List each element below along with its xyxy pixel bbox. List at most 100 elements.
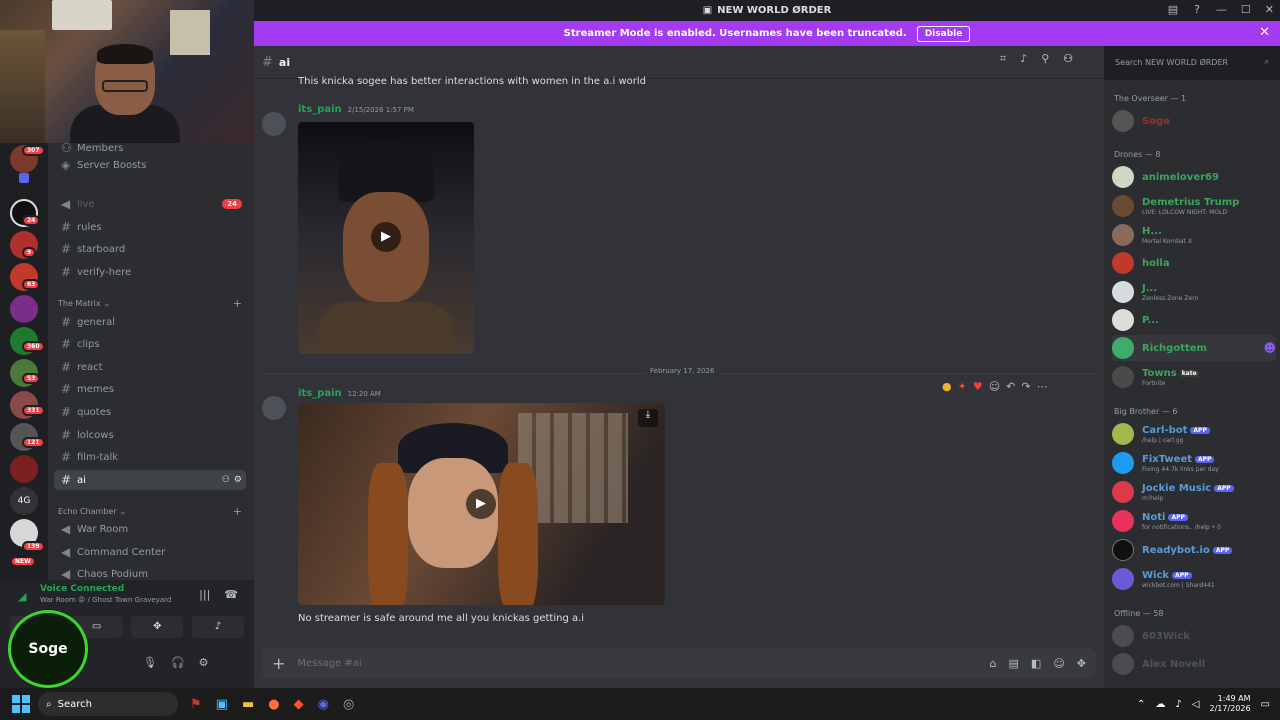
pin-icon[interactable]: ⚲ (1041, 52, 1049, 66)
server-icon[interactable] (10, 295, 38, 323)
taskbar-search[interactable]: ⌕ Search (38, 692, 178, 716)
category-echo-chamber[interactable]: Echo Chamber ⌄ + (58, 505, 242, 518)
search-input[interactable]: Search NEW WORLD ØRDER ⌕ (1110, 52, 1274, 72)
clock[interactable]: 1:49 AM 2/17/2026 (1210, 694, 1251, 714)
message-input[interactable]: Message #ai (297, 658, 361, 669)
message-avatar[interactable] (262, 112, 286, 136)
firefox-icon[interactable]: ● (268, 697, 279, 712)
widgets-icon[interactable]: ▣ (216, 697, 228, 712)
add-channel-icon[interactable]: + (233, 505, 242, 518)
voice-channel-command-center[interactable]: ◀ Command Center (54, 542, 246, 562)
invite-icon[interactable]: ⚇ (222, 475, 230, 485)
server-icon-4g[interactable]: 4G (10, 487, 38, 515)
member-item[interactable]: Towns kate Fortnite (1112, 364, 1276, 390)
apps-icon[interactable]: ✥ (1077, 657, 1086, 670)
notification-icon[interactable]: ▭ (1261, 699, 1270, 710)
microphone-icon[interactable]: ♪ (1175, 699, 1181, 710)
user-avatar[interactable]: Soge (8, 610, 88, 688)
heart-icon[interactable]: ♥ (973, 380, 983, 393)
member-item[interactable]: Alex Novell (1112, 651, 1276, 677)
member-item[interactable]: animelover69 (1112, 164, 1276, 190)
microphone-icon[interactable]: 🎙 (143, 656, 157, 669)
emoji-icon[interactable]: ☺ (1053, 657, 1064, 670)
channel-ai[interactable]: # ai ⚇ ⚙ (54, 470, 246, 490)
disable-button[interactable]: Disable (916, 25, 971, 42)
reaction-emoji-icon[interactable]: ✦ (958, 380, 967, 393)
member-item[interactable]: Noti APP for notifications.. /help • 0 (1112, 508, 1276, 534)
member-item[interactable]: Demetrius Trump LIVE: LOLCOW NIGHT: MOLD (1112, 193, 1276, 219)
server-icon[interactable] (10, 455, 38, 483)
member-item[interactable]: Wick APP wickbot.com | Shard441 (1112, 566, 1276, 592)
discord-icon[interactable]: ◉ (318, 697, 329, 712)
member-item[interactable]: holla (1112, 250, 1276, 276)
channel-general[interactable]: # general (54, 312, 246, 332)
add-channel-icon[interactable]: + (233, 297, 242, 310)
member-item[interactable]: H... Mortal Kombat X (1112, 222, 1276, 248)
voice-channel-war-room[interactable]: ◀ War Room (54, 519, 246, 539)
notification-bell-icon[interactable]: ♪ (1020, 52, 1027, 66)
chevron-up-icon[interactable]: ⌃ (1137, 699, 1145, 710)
more-icon[interactable]: ⋯ (1037, 380, 1048, 393)
voice-status[interactable]: Voice Connected War Room 😡 / Ghost Town … (40, 584, 171, 604)
video-attachment[interactable]: ⤓ ▶ (298, 403, 665, 605)
category-the-matrix[interactable]: The Matrix ⌄ + (58, 297, 242, 310)
message-username[interactable]: its_pain (298, 104, 342, 115)
gear-icon[interactable]: ⚙ (234, 475, 242, 485)
headphones-icon[interactable]: 🎧 (171, 656, 185, 669)
channel-lolcows[interactable]: # lolcows (54, 425, 246, 445)
maximize-icon[interactable]: ☐ (1241, 3, 1251, 16)
disconnect-icon[interactable]: ☎ (224, 588, 238, 601)
download-icon[interactable]: ⤓ (638, 409, 658, 427)
channel-live[interactable]: ◀ live 24 (54, 194, 246, 214)
play-icon[interactable]: ▶ (371, 222, 401, 252)
channel-react[interactable]: # react (54, 357, 246, 377)
channel-rules[interactable]: # rules (54, 217, 246, 237)
inbox-icon[interactable]: ▤ (1168, 3, 1178, 16)
reaction-emoji-icon[interactable]: ● (942, 380, 952, 393)
soundboard-button[interactable]: ♪ (191, 616, 244, 638)
waveform-icon[interactable]: ||| (199, 588, 210, 601)
network-icon[interactable]: ☁ (1155, 699, 1165, 710)
member-item[interactable]: Jockie Music APP m!help (1112, 479, 1276, 505)
channel-film-talk[interactable]: # film-talk (54, 447, 246, 467)
channel-quotes[interactable]: # quotes (54, 402, 246, 422)
member-list-icon[interactable]: ⚇ (1063, 52, 1073, 66)
member-item[interactable]: P... (1112, 307, 1276, 333)
member-item[interactable]: FixTweet APP Fixing 44.7k links per day (1112, 450, 1276, 476)
member-item[interactable]: Soge (1112, 108, 1276, 134)
attach-icon[interactable]: + (272, 654, 285, 673)
add-reaction-icon[interactable]: ☺ (989, 380, 1000, 393)
member-item[interactable]: Richgottem ☻ (1112, 335, 1276, 361)
voice-channel-chaos-podium[interactable]: ◀ Chaos Podium (54, 564, 246, 580)
folder-icon[interactable] (19, 173, 29, 183)
steam-icon[interactable]: ◎ (343, 697, 354, 712)
gift-icon[interactable]: ⌂ (990, 657, 997, 670)
forward-icon[interactable]: ↷ (1021, 380, 1030, 393)
channel-clips[interactable]: # clips (54, 334, 246, 354)
member-item[interactable]: Carl-bot APP/help | carl.gg (1112, 421, 1276, 447)
close-icon[interactable]: ✕ (1259, 25, 1270, 40)
member-item[interactable]: Readybot.io APP (1112, 537, 1276, 563)
channel-memes[interactable]: # memes (54, 379, 246, 399)
gif-icon[interactable]: ▤ (1009, 657, 1019, 670)
start-button[interactable] (12, 695, 30, 713)
server-boosts-channel[interactable]: ◈ Server Boosts (54, 155, 246, 175)
help-icon[interactable]: ? (1194, 3, 1200, 16)
flag-icon[interactable]: ⚑ (190, 697, 202, 712)
gear-icon[interactable]: ⚙ (199, 656, 209, 669)
activities-button[interactable]: ✥ (131, 616, 184, 638)
sticker-icon[interactable]: ◧ (1031, 657, 1041, 670)
message-avatar[interactable] (262, 396, 286, 420)
brave-icon[interactable]: ◆ (294, 697, 304, 712)
minimize-icon[interactable]: — (1216, 3, 1227, 16)
member-item[interactable]: 603Wick (1112, 623, 1276, 649)
member-item[interactable]: J... Zenless Zone Zero (1112, 279, 1276, 305)
close-icon[interactable]: ✕ (1265, 3, 1274, 16)
threads-icon[interactable]: ⌗ (1000, 52, 1006, 66)
video-attachment[interactable]: ▶ (298, 122, 474, 354)
volume-icon[interactable]: ◁ (1192, 699, 1200, 710)
play-icon[interactable]: ▶ (466, 489, 496, 519)
channel-verify-here[interactable]: # verify-here (54, 262, 246, 282)
channel-starboard[interactable]: # starboard (54, 239, 246, 259)
reply-icon[interactable]: ↶ (1006, 380, 1015, 393)
